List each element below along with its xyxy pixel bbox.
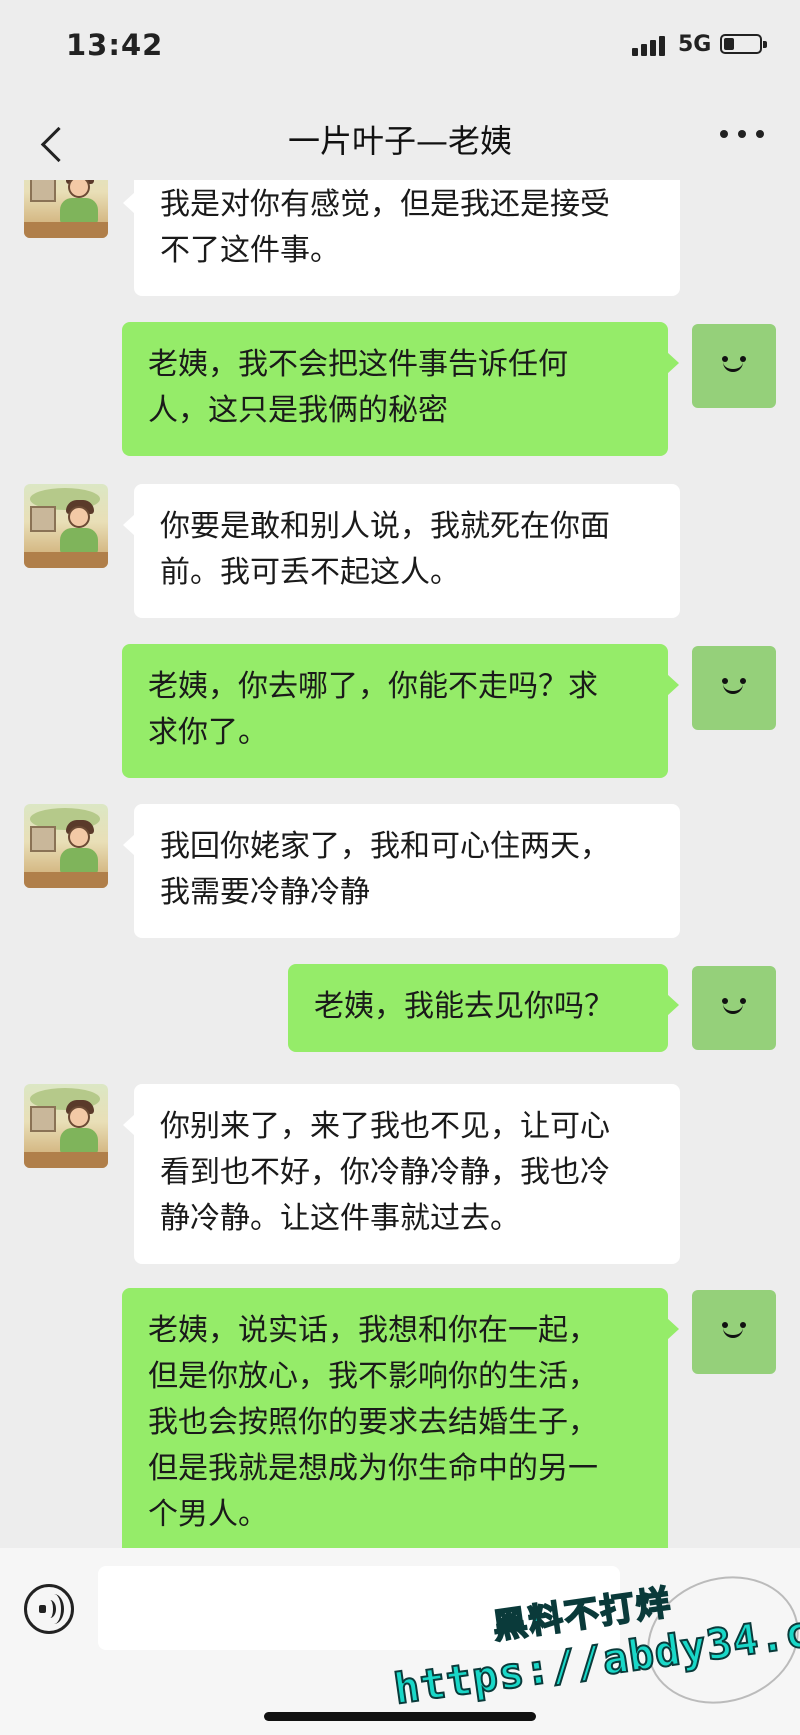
contact-avatar[interactable] <box>24 180 108 238</box>
message-bubble[interactable]: 我是对你有感觉，但是我还是接受 不了这件事。 <box>123 180 680 296</box>
message-bubble[interactable]: 老姨，说实话，我想和你在一起， 但是你放心，我不影响你的生活， 我也会按照你的要… <box>122 1288 679 1548</box>
message-line: 我需要冷静冷静 <box>160 875 370 910</box>
contact-avatar[interactable] <box>24 1084 108 1168</box>
message-line: 我回你姥家了，我和可心住两天， <box>160 829 610 864</box>
message-line: 老姨，你去哪了，你能不走吗？求 <box>148 669 598 704</box>
message-line: 我是对你有感觉，但是我还是接受 <box>160 187 610 222</box>
my-avatar[interactable] <box>692 966 776 1050</box>
message-bubble[interactable]: 你别来了，来了我也不见，让可心 看到也不好，你冷静冷静，我也冷 静冷静。让这件事… <box>123 1084 680 1264</box>
voice-icon[interactable] <box>24 1584 74 1634</box>
nav-bar: 一片叶子—老姨 <box>0 92 800 180</box>
more-dots-icon[interactable] <box>720 130 764 142</box>
message-list[interactable]: 我是对你有感觉，但是我还是接受 不了这件事。 老姨，我不会把这件事告诉任何 人，… <box>0 180 800 1548</box>
message-line: 老姨，我能去见你吗？ <box>314 989 614 1024</box>
chat-title: 一片叶子—老姨 <box>287 122 512 160</box>
message-bubble[interactable]: 老姨，我不会把这件事告诉任何 人，这只是我俩的秘密 <box>122 322 679 456</box>
my-avatar[interactable] <box>692 324 776 408</box>
message-line: 我也会按照你的要求去结婚生子， <box>148 1405 598 1440</box>
message-line: 老姨，我不会把这件事告诉任何 <box>148 347 568 382</box>
message-line: 你要是敢和别人说，我就死在你面 <box>160 509 610 544</box>
status-bar: 13:42 5G <box>0 0 800 92</box>
status-time: 13:42 <box>66 28 164 62</box>
my-avatar[interactable] <box>692 1290 776 1374</box>
signal-icon <box>632 34 668 56</box>
message-line: 个男人。 <box>148 1497 268 1532</box>
message-line: 但是你放心，我不影响你的生活， <box>148 1359 598 1394</box>
message-line: 你别来了，来了我也不见，让可心 <box>160 1109 610 1144</box>
network-type: 5G <box>678 32 712 57</box>
message-line: 老姨，说实话，我想和你在一起， <box>148 1313 598 1348</box>
message-line: 人，这只是我俩的秘密 <box>148 393 448 428</box>
message-line: 不了这件事。 <box>160 233 340 268</box>
message-bubble[interactable]: 老姨，我能去见你吗？ <box>288 964 679 1052</box>
message-bubble[interactable]: 我回你姥家了，我和可心住两天， 我需要冷静冷静 <box>123 804 680 938</box>
contact-avatar[interactable] <box>24 484 108 568</box>
message-bubble[interactable]: 你要是敢和别人说，我就死在你面 前。我可丢不起这人。 <box>123 484 680 618</box>
contact-avatar[interactable] <box>24 804 108 888</box>
my-avatar[interactable] <box>692 646 776 730</box>
message-line: 前。我可丢不起这人。 <box>160 555 460 590</box>
message-line: 静冷静。让这件事就过去。 <box>160 1201 520 1236</box>
message-line: 求你了。 <box>148 715 268 750</box>
message-line: 看到也不好，你冷静冷静，我也冷 <box>160 1155 610 1190</box>
message-line: 但是我就是想成为你生命中的另一 <box>148 1451 598 1486</box>
message-bubble[interactable]: 老姨，你去哪了，你能不走吗？求 求你了。 <box>122 644 679 778</box>
battery-icon <box>720 34 767 54</box>
